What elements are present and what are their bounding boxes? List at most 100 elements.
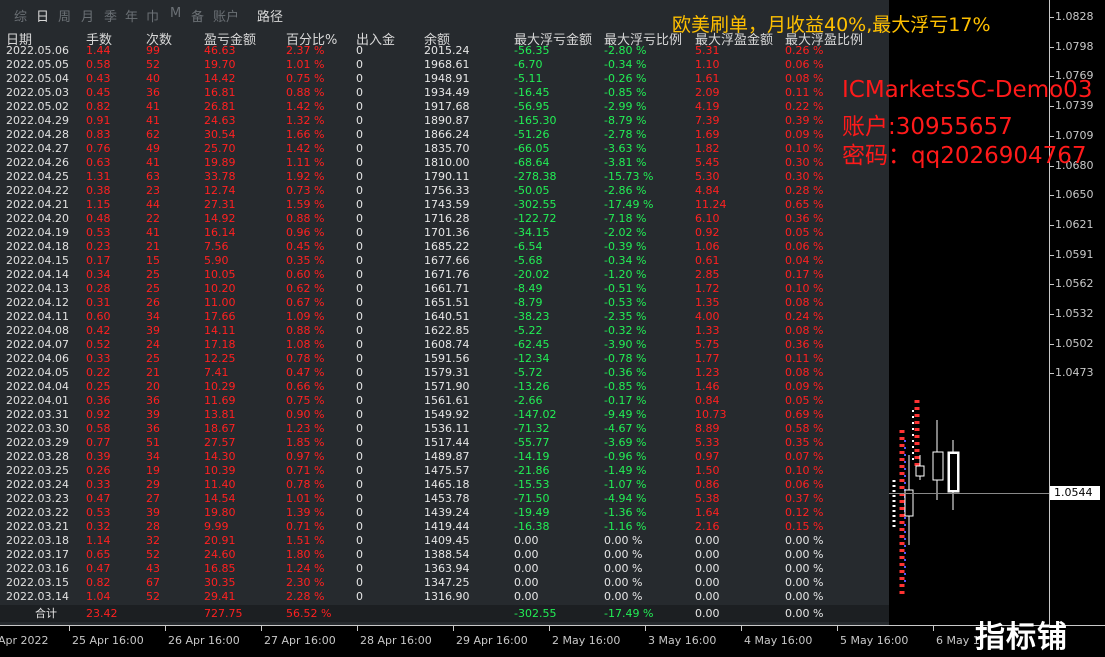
table-cell: 0.52 [86, 338, 111, 351]
table-cell: 0.00 % [604, 576, 643, 589]
table-cell: 19.89 [204, 156, 236, 169]
table-cell: -3.69 % [604, 436, 647, 449]
table-cell: 1571.90 [424, 380, 470, 393]
toolbar-item-9[interactable]: 账户 [213, 6, 239, 25]
table-cell: -1.20 % [604, 268, 647, 281]
table-row[interactable]: 2022.04.22 0.38 23 12.74 0.73 % 0 1756.33 -50.0… [0, 184, 889, 198]
table-row[interactable]: 2022.03.25 0.26 19 10.39 0.71 % 0 1475.57 -21.8… [0, 464, 889, 478]
toolbar-item-5[interactable]: 年 [125, 6, 138, 25]
table-row[interactable]: 2022.04.04 0.25 20 10.29 0.66 % 0 1571.90 -13.2… [0, 380, 889, 394]
toolbar-item-10[interactable]: 路径 [257, 6, 283, 25]
table-row[interactable]: 2022.04.21 1.15 44 27.31 1.59 % 0 1743.59 -302.… [0, 198, 889, 212]
table-row[interactable]: 2022.03.21 0.32 28 9.99 0.71 % 0 1419.44 -16.38… [0, 520, 889, 534]
table-cell: 1419.44 [424, 520, 470, 533]
table-cell: 14.54 [204, 492, 236, 505]
table-row[interactable]: 2022.05.02 0.82 41 26.81 1.42 % 0 1917.68 -56.9… [0, 100, 889, 114]
table-row[interactable]: 2022.03.15 0.82 67 30.35 2.30 % 0 1347.25 0.00 0… [0, 576, 889, 590]
current-price-line [889, 493, 1049, 494]
table-row[interactable]: 2022.04.01 0.36 36 11.69 0.75 % 0 1561.61 -2.66… [0, 394, 889, 408]
toolbar-item-1[interactable]: 日 [36, 6, 49, 25]
table-cell: 10.20 [204, 282, 236, 295]
price-tick-mark [1049, 17, 1054, 18]
table-row[interactable]: 2022.04.07 0.52 24 17.18 1.08 % 0 1608.74 -62.4… [0, 338, 889, 352]
table-cell: 0.78 % [286, 352, 325, 365]
table-cell: -0.96 % [604, 450, 647, 463]
table-cell: 29 [146, 478, 160, 491]
table-cell: 0.58 % [785, 422, 824, 435]
table-row[interactable]: 2022.05.03 0.45 36 16.81 0.88 % 0 1934.49 -16.4… [0, 86, 889, 100]
time-tick-mark [357, 626, 358, 631]
table-row[interactable]: 2022.04.28 0.83 62 30.54 1.66 % 0 1866.24 -51.2… [0, 128, 889, 142]
table-row[interactable]: 2022.05.05 0.58 52 19.70 1.01 % 0 1968.61 -6.70… [0, 58, 889, 72]
table-row[interactable]: 2022.04.05 0.22 21 7.41 0.47 % 0 1579.31 -5.72 -… [0, 366, 889, 380]
toolbar-item-8[interactable]: 备 [191, 6, 204, 25]
table-row[interactable]: 2022.04.08 0.42 39 14.11 0.88 % 0 1622.85 -5.22… [0, 324, 889, 338]
table-cell: 21 [146, 240, 160, 253]
time-tick-label: Apr 2022 [0, 634, 49, 647]
slogan-text: 欧美刷单，月收益40%,最大浮亏17% [672, 14, 991, 36]
table-cell: 1.06 [695, 240, 720, 253]
toolbar-item-7[interactable]: M [170, 6, 181, 21]
table-row[interactable]: 2022.04.26 0.63 41 19.89 1.11 % 0 1810.00 -68.6… [0, 156, 889, 170]
table-row[interactable]: 2022.03.16 0.47 43 16.85 1.24 % 0 1363.94 0.00 0… [0, 562, 889, 576]
current-price-label: 1.0544 [1050, 486, 1100, 500]
table-row[interactable]: 2022.04.18 0.23 21 7.56 0.45 % 0 1685.22 -6.54 -… [0, 240, 889, 254]
table-cell: 0.48 [86, 212, 111, 225]
table-cell: 2022.04.11 [6, 310, 69, 323]
table-row[interactable]: 2022.04.11 0.60 34 17.66 1.09 % 0 1640.51 -38.2… [0, 310, 889, 324]
table-row[interactable]: 2022.04.29 0.91 41 24.63 1.32 % 0 1890.87 -165.… [0, 114, 889, 128]
time-tick-mark [549, 626, 550, 631]
table-cell: 0.75 % [286, 394, 325, 407]
table-row[interactable]: 2022.04.27 0.76 49 25.70 1.42 % 0 1835.70 -66.0… [0, 142, 889, 156]
table-cell: -2.80 % [604, 44, 647, 57]
table-row[interactable]: 2022.04.06 0.33 25 12.25 0.78 % 0 1591.56 -12.3… [0, 352, 889, 366]
table-cell: 0.06 % [785, 240, 824, 253]
table-cell: 0.86 [695, 478, 720, 491]
table-cell: 1622.85 [424, 324, 470, 337]
price-tick-mark [1049, 254, 1054, 256]
table-row[interactable]: 2022.05.04 0.43 40 14.42 0.75 % 0 1948.91 -5.11… [0, 72, 889, 86]
table-row[interactable]: 2022.03.22 0.53 39 19.80 1.39 % 0 1439.24 -19.4… [0, 506, 889, 520]
table-row[interactable]: 2022.04.14 0.34 25 10.05 0.60 % 0 1671.76 -20.0… [0, 268, 889, 282]
table-row[interactable]: 2022.03.14 1.04 52 29.41 2.28 % 0 1316.90 0.00 0… [0, 590, 889, 604]
table-cell: 0.97 % [286, 450, 325, 463]
table-cell: -6.70 [514, 58, 543, 71]
price-tick-label: 1.0828 [1055, 10, 1094, 23]
table-cell: 2022.04.06 [6, 352, 69, 365]
table-row[interactable]: 2022.05.06 1.44 99 46.63 2.37 % 0 2015.24 -56.3… [0, 44, 889, 58]
table-row[interactable]: 2022.04.20 0.48 22 14.92 0.88 % 0 1716.28 -122.… [0, 212, 889, 226]
table-row[interactable]: 2022.04.13 0.28 25 10.20 0.62 % 0 1661.71 -8.49… [0, 282, 889, 296]
price-tick-label: 1.0473 [1055, 366, 1094, 380]
table-cell: 0.34 [86, 268, 111, 281]
table-row[interactable]: 2022.03.30 0.58 36 18.67 1.23 % 0 1536.11 -71.3… [0, 422, 889, 436]
table-row[interactable]: 2022.03.31 0.92 39 13.81 0.90 % 0 1549.92 -147.… [0, 408, 889, 422]
toolbar-item-2[interactable]: 周 [58, 6, 71, 25]
table-cell: 39 [146, 506, 160, 519]
table-cell: 1948.91 [424, 72, 470, 85]
table-cell: 16.14 [204, 226, 236, 239]
table-row[interactable]: 2022.04.19 0.53 41 16.14 0.96 % 0 1701.36 -34.1… [0, 226, 889, 240]
toolbar-item-4[interactable]: 季 [104, 6, 117, 25]
table-row[interactable]: 2022.03.18 1.14 32 20.91 1.51 % 0 1409.45 0.00 0… [0, 534, 889, 548]
table-row[interactable]: 2022.03.23 0.47 27 14.54 1.01 % 0 1453.78 -71.5… [0, 492, 889, 506]
table-cell: 41 [146, 226, 160, 239]
table-row[interactable]: 2022.04.15 0.17 15 5.90 0.35 % 0 1677.66 -5.68 -… [0, 254, 889, 268]
table-row[interactable]: 2022.03.28 0.39 34 14.30 0.97 % 0 1489.87 -14.1… [0, 450, 889, 464]
table-cell: 2022.05.05 [6, 58, 69, 71]
table-cell: -1.16 % [604, 520, 647, 533]
toolbar-item-0[interactable]: 综 [14, 6, 27, 25]
table-row[interactable]: 2022.03.17 0.65 52 24.60 1.80 % 0 1388.54 0.00 0… [0, 548, 889, 562]
toolbar-item-3[interactable]: 月 [81, 6, 94, 25]
table-cell: 0.73 % [286, 184, 325, 197]
table-row[interactable]: 2022.04.12 0.31 26 11.00 0.67 % 0 1651.51 -8.79… [0, 296, 889, 310]
table-cell: -20.02 [514, 268, 550, 281]
table-row[interactable]: 2022.03.24 0.33 29 11.40 0.78 % 0 1465.18 -15.5… [0, 478, 889, 492]
table-cell: -2.35 % [604, 310, 647, 323]
table-row[interactable]: 2022.04.25 1.31 63 33.78 1.92 % 0 1790.11 -278.… [0, 170, 889, 184]
table-cell: -4.94 % [604, 492, 647, 505]
table-row[interactable]: 2022.03.29 0.77 51 27.57 1.85 % 0 1517.44 -55.7… [0, 436, 889, 450]
toolbar-item-6[interactable]: 巾 [146, 6, 159, 25]
table-cell: -1.49 % [604, 464, 647, 477]
table-cell: 5.33 [695, 436, 720, 449]
table-cell: 0.23 [86, 240, 111, 253]
